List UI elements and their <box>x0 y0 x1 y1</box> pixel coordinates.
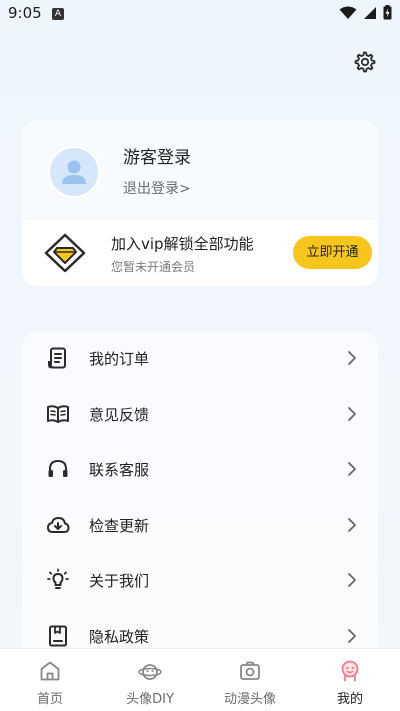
tab-label: 动漫头像 <box>223 692 276 707</box>
menu-item-label: 隐私政策 <box>89 628 150 646</box>
mine-icon <box>341 660 359 682</box>
tab-anime-avatar[interactable]: 动漫头像 <box>200 649 300 711</box>
wifi-icon <box>339 6 357 19</box>
battery-icon <box>383 5 392 20</box>
vip-diamond-icon <box>44 233 86 273</box>
signal-icon <box>364 6 376 19</box>
chevron-right-icon <box>348 462 356 476</box>
bottom-tab-bar: 首页 头像DIY 动漫头像 我的 <box>0 648 400 711</box>
headset-icon <box>48 459 68 477</box>
vip-subtitle: 您暂未开通会员 <box>111 260 196 274</box>
chevron-right-icon <box>348 407 356 421</box>
home-icon <box>40 661 60 681</box>
menu-item-label: 我的订单 <box>89 350 150 368</box>
avatar[interactable] <box>48 146 100 198</box>
privacy-doc-icon <box>49 625 67 647</box>
menu-item-label: 联系客服 <box>89 461 150 479</box>
settings-button[interactable] <box>353 50 377 74</box>
menu-item-check-update[interactable]: 检查更新 <box>22 499 378 551</box>
order-icon <box>48 347 66 369</box>
status-bar: 9:05 A <box>0 0 400 28</box>
guest-login-title[interactable]: 游客登录 <box>123 143 191 168</box>
chevron-right-icon <box>348 518 356 532</box>
vip-banner[interactable]: 加入vip解锁全部功能 您暂未开通会员 立即开通 <box>22 220 378 286</box>
chevron-right-icon <box>348 351 356 365</box>
anime-avatar-icon <box>240 661 260 680</box>
tab-home[interactable]: 首页 <box>0 649 100 711</box>
tab-label: 我的 <box>336 692 363 707</box>
default-user-icon <box>62 160 86 184</box>
notification-a-icon: A <box>52 8 64 20</box>
avatar-diy-icon <box>138 664 162 680</box>
chevron-right-icon <box>348 629 356 643</box>
profile-card: 游客登录 退出登录> 加入vip解锁全部功能 您暂未开通会员 立即开通 <box>22 120 378 286</box>
status-time: 9:05 <box>8 4 42 22</box>
tab-mine[interactable]: 我的 <box>300 649 400 711</box>
tab-avatar-diy[interactable]: 头像DIY <box>100 649 200 711</box>
logout-link[interactable]: 退出登录> <box>123 178 191 198</box>
menu-item-label: 关于我们 <box>89 572 150 590</box>
gear-icon <box>354 51 376 73</box>
activate-vip-button[interactable]: 立即开通 <box>293 236 372 269</box>
menu-card: 我的订单 意见反馈 联系客服 检查更新 关于我们 隐私政策 <box>22 331 378 661</box>
menu-item-customer-service[interactable]: 联系客服 <box>22 443 378 495</box>
lightbulb-icon <box>47 568 69 589</box>
vip-title: 加入vip解锁全部功能 <box>111 235 254 253</box>
cloud-update-icon <box>47 517 70 533</box>
menu-item-feedback[interactable]: 意见反馈 <box>22 388 378 440</box>
tab-label: 首页 <box>36 692 63 707</box>
status-icons <box>339 5 392 20</box>
menu-item-label: 检查更新 <box>89 517 150 535</box>
menu-item-label: 意见反馈 <box>89 406 150 424</box>
menu-item-orders[interactable]: 我的订单 <box>22 332 378 384</box>
chevron-right-icon <box>348 573 356 587</box>
feedback-book-icon <box>47 405 69 423</box>
menu-item-about-us[interactable]: 关于我们 <box>22 554 378 606</box>
tab-label: 头像DIY <box>126 692 174 707</box>
